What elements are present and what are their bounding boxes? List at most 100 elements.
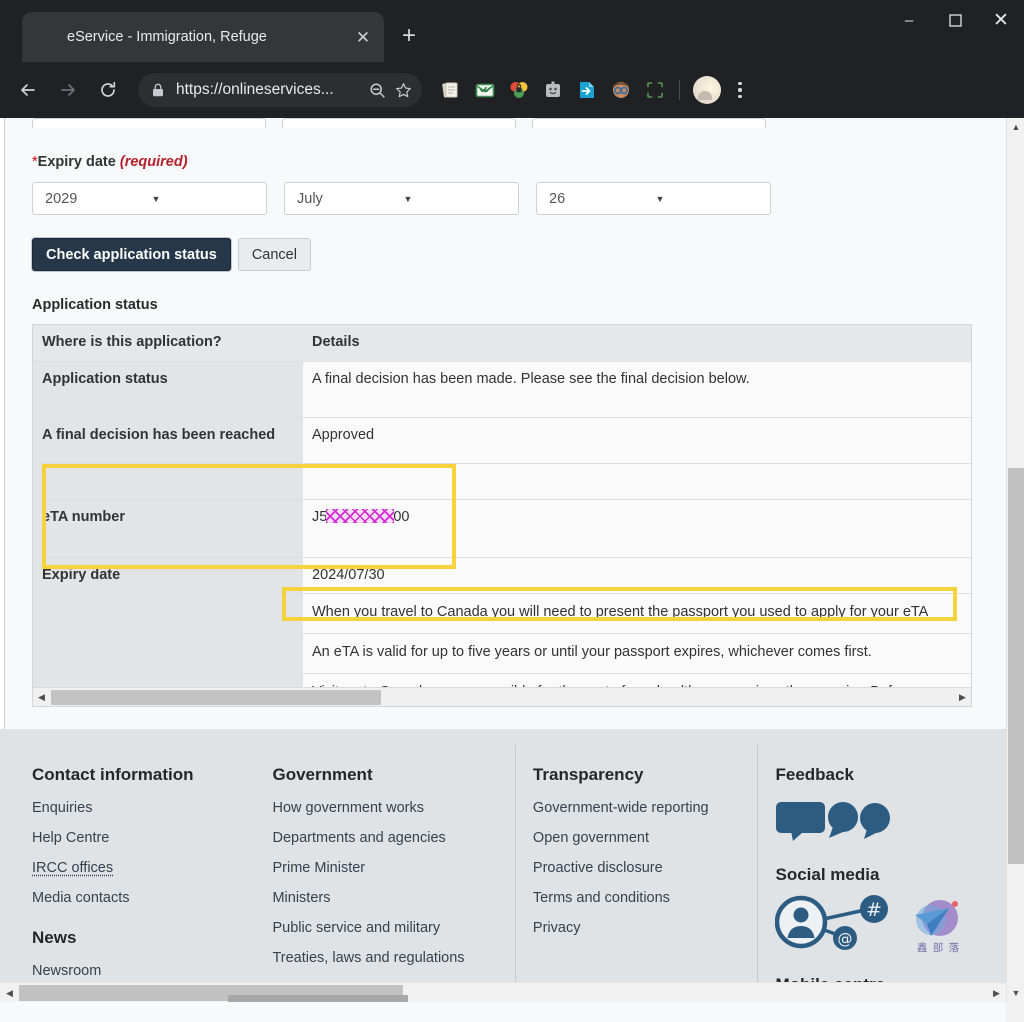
browser-chrome: eService - Immigration, Refuge ✕ + – ✕ h… xyxy=(0,0,1024,118)
footer-link-government-wide-reporting[interactable]: Government-wide reporting xyxy=(533,800,758,816)
row-label-spacer xyxy=(33,463,303,500)
table-horizontal-scrollbar[interactable]: ◀ ▶ xyxy=(33,687,971,706)
expiry-year-select[interactable]: 2029 ▼ xyxy=(32,182,267,215)
footer-link-how-government-works[interactable]: How government works xyxy=(272,800,514,816)
footer-link-enquiries[interactable]: Enquiries xyxy=(32,800,272,816)
close-tab-icon[interactable]: ✕ xyxy=(350,24,376,50)
footer-link-media-contacts[interactable]: Media contacts xyxy=(32,890,272,906)
browser-tab[interactable]: eService - Immigration, Refuge ✕ xyxy=(22,12,384,62)
documents-extension-icon[interactable] xyxy=(434,75,468,105)
row-label-application-status: Application status xyxy=(33,361,303,418)
footer-link-treaties-laws[interactable]: Treaties, laws and regulations xyxy=(272,950,514,966)
clipped-select-2[interactable] xyxy=(282,118,516,128)
footer-link-ircc-offices[interactable]: IRCC offices xyxy=(32,860,272,876)
page-scroll-peek xyxy=(228,995,408,1002)
profile-avatar[interactable] xyxy=(693,76,721,104)
note-healthcare-cost: Visitors to Canada are responsible for t… xyxy=(303,673,971,687)
form-buttons: Check application status Cancel xyxy=(32,238,1006,271)
footer-link-privacy[interactable]: Privacy xyxy=(533,920,758,936)
zoom-out-icon[interactable] xyxy=(364,77,390,103)
bookmark-star-icon[interactable] xyxy=(390,77,416,103)
speech-bubbles-icon[interactable] xyxy=(775,800,893,847)
page-scroll-down-arrow-icon[interactable]: ▼ xyxy=(1007,984,1024,1002)
redaction-mask-icon xyxy=(326,508,395,523)
site-footer: Contact information Enquiries Help Centr… xyxy=(0,729,1006,999)
application-status-table: Where is this application? Details Appli… xyxy=(33,325,971,687)
required-note: (required) xyxy=(119,154,188,170)
footer-link-help-centre[interactable]: Help Centre xyxy=(32,830,272,846)
expiry-day-value: 26 xyxy=(549,190,566,207)
maple-leaf-icon xyxy=(38,28,56,46)
expiry-month-select[interactable]: July ▼ xyxy=(284,182,519,215)
expiry-month-value: July xyxy=(297,190,323,207)
password-manager-extension-icon[interactable] xyxy=(502,75,536,105)
page-scroll-up-arrow-icon[interactable]: ▲ xyxy=(1007,118,1024,136)
row-value-eta-number: J5 00 xyxy=(303,499,971,558)
eta-number-prefix: J5 xyxy=(312,508,328,525)
social-network-icon[interactable]: @ # xyxy=(775,894,893,957)
back-icon[interactable] xyxy=(10,72,46,108)
robot-extension-icon[interactable] xyxy=(536,75,570,105)
scroll-left-arrow-icon[interactable]: ◀ xyxy=(33,689,50,706)
footer-heading-government: Government xyxy=(272,765,373,784)
footer-heading-social-media: Social media xyxy=(775,865,880,884)
footer-link-newsroom[interactable]: Newsroom xyxy=(32,963,272,979)
expiry-date-label: *Expiry date (required) xyxy=(32,154,1006,170)
footer-heading-transparency: Transparency xyxy=(532,765,644,784)
social-icon-row: @ # 鑫 部 落 xyxy=(775,894,1006,957)
footer-column-government: Government How government works Departme… xyxy=(272,765,514,999)
close-window-button[interactable]: ✕ xyxy=(978,0,1024,40)
new-tab-button[interactable]: + xyxy=(392,21,426,51)
reload-icon[interactable] xyxy=(90,72,126,108)
minimize-button[interactable]: – xyxy=(886,0,932,40)
mail-extension-icon[interactable] xyxy=(468,75,502,105)
page-scroll-right-arrow-icon[interactable]: ▶ xyxy=(987,983,1006,1002)
cancel-button[interactable]: Cancel xyxy=(237,238,311,271)
page-scroll-left-arrow-icon[interactable]: ◀ xyxy=(0,983,19,1002)
row-value-final-decision: Approved xyxy=(303,417,971,464)
expiry-day-select[interactable]: 26 ▼ xyxy=(536,182,771,215)
scroll-right-arrow-icon[interactable]: ▶ xyxy=(954,689,971,706)
extension-icons xyxy=(434,75,755,105)
footer-link-prime-minister[interactable]: Prime Minister xyxy=(272,860,514,876)
clipped-select-3[interactable] xyxy=(532,118,766,128)
table-row: A final decision has been reached Approv… xyxy=(33,417,971,464)
page-horizontal-scrollbar[interactable]: ◀ ▶ xyxy=(0,982,1006,1002)
url-text: https://onlineservices... xyxy=(176,81,334,98)
screenshot-capture-extension-icon[interactable] xyxy=(638,75,672,105)
chevron-down-icon: ▼ xyxy=(151,193,161,204)
eta-check-form: *Expiry date (required) 2029 ▼ July ▼ 26… xyxy=(0,118,1006,707)
footer-link-public-service-military[interactable]: Public service and military xyxy=(272,920,514,936)
page-vertical-scroll-thumb[interactable] xyxy=(1008,468,1024,864)
browser-toolbar: https://onlineservices... xyxy=(0,62,1024,118)
browser-menu-icon[interactable] xyxy=(725,75,755,105)
footer-link-proactive-disclosure[interactable]: Proactive disclosure xyxy=(533,860,758,876)
clipped-select-1[interactable] xyxy=(32,118,266,128)
toolbar-divider xyxy=(679,80,680,100)
check-application-status-button[interactable]: Check application status xyxy=(32,238,231,271)
page-vertical-scrollbar[interactable]: ▲ ▼ xyxy=(1006,118,1024,1002)
feedback-icon-row xyxy=(775,800,1006,847)
footer-link-open-government[interactable]: Open government xyxy=(533,830,758,846)
footer-link-terms-conditions[interactable]: Terms and conditions xyxy=(533,890,758,906)
address-bar[interactable]: https://onlineservices... xyxy=(138,73,422,107)
svg-text:#: # xyxy=(867,899,883,921)
chevron-down-icon: ▼ xyxy=(403,193,413,204)
row-label-eta-number: eTA number xyxy=(33,499,303,558)
maximize-button[interactable] xyxy=(932,0,978,40)
table-row-spacer xyxy=(33,463,971,500)
footer-column-transparency: Transparency Government-wide reporting O… xyxy=(514,745,758,999)
tab-title: eService - Immigration, Refuge xyxy=(67,29,267,45)
table-row: Expiry date 2024/07/30 xyxy=(33,557,971,594)
footer-link-ministers[interactable]: Ministers xyxy=(272,890,514,906)
footer-link-departments-agencies[interactable]: Departments and agencies xyxy=(272,830,514,846)
table-row-note: When you travel to Canada you will need … xyxy=(33,593,971,687)
forward-icon[interactable] xyxy=(50,72,86,108)
page-left-rule xyxy=(4,118,5,730)
table-scroll-thumb[interactable] xyxy=(51,689,381,705)
goggles-avatar-extension-icon[interactable] xyxy=(604,75,638,105)
import-extension-icon[interactable] xyxy=(570,75,604,105)
watermark-logo: 鑫 部 落 xyxy=(907,898,969,954)
footer-column-feedback: Feedback Social media @ # 鑫 部 落 xyxy=(757,745,1006,999)
expiry-date-selects: 2029 ▼ July ▼ 26 ▼ xyxy=(32,182,1006,215)
